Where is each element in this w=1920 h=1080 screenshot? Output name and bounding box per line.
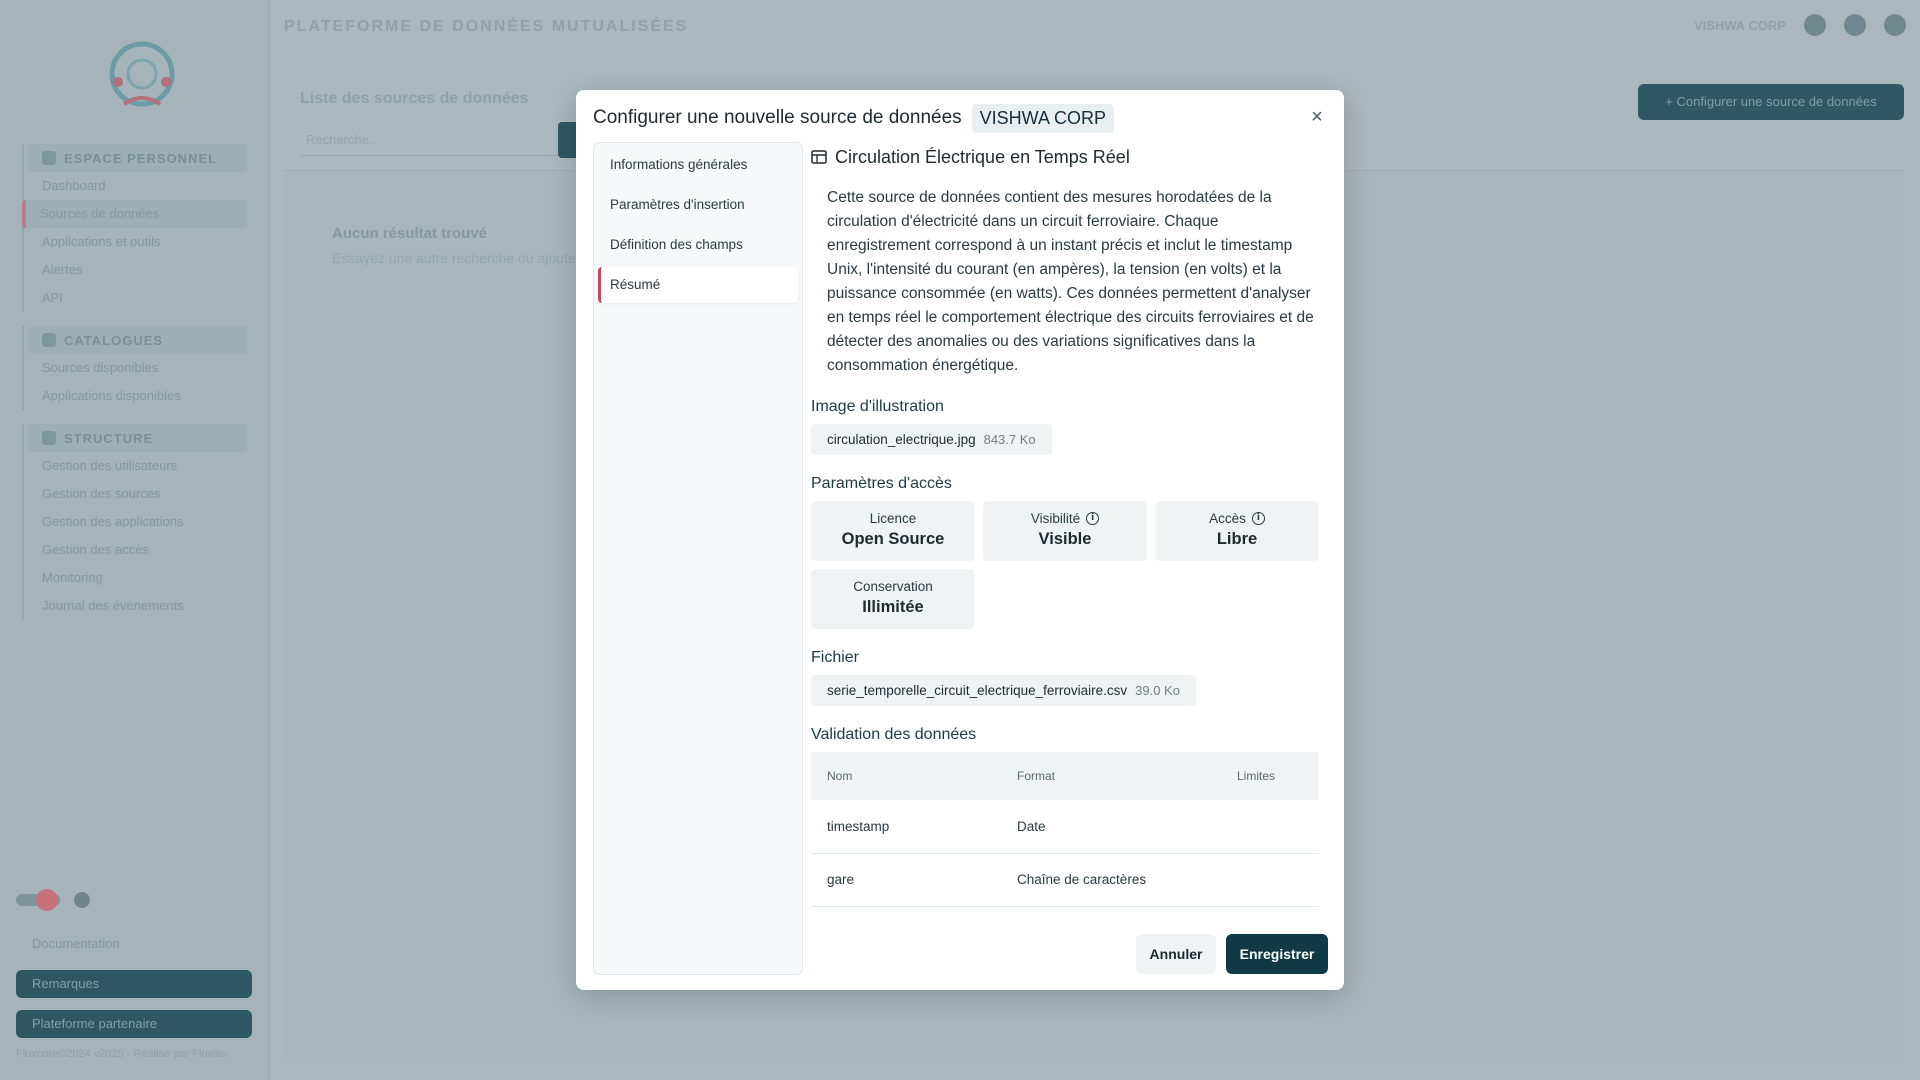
- step-insertion-params[interactable]: Paramètres d'insertion: [598, 187, 798, 223]
- modal-title: Configurer une nouvelle source de donnée…: [593, 102, 1115, 134]
- top-right-actions: VISHWA CORP: [1694, 14, 1906, 36]
- sidebar: ESPACE PERSONNEL Dashboard Sources de do…: [0, 0, 270, 1080]
- empty-state-title: Aucun résultat trouvé: [332, 225, 488, 242]
- top-bar: PLATEFORME DE DONNÉES MUTUALISÉES VISHWA…: [270, 0, 1920, 54]
- save-button[interactable]: Enregistrer: [1226, 934, 1328, 974]
- nav-group-personal: ESPACE PERSONNEL Dashboard Sources de do…: [22, 144, 247, 312]
- documentation-link[interactable]: Documentation: [16, 930, 252, 958]
- steps-nav: Informations générales Paramètres d'inse…: [593, 142, 803, 975]
- close-icon[interactable]: ×: [1306, 106, 1328, 128]
- table-row: gare Chaîne de caractères: [811, 853, 1319, 907]
- param-visibility: Visibilité i Visible: [983, 501, 1147, 561]
- theme-toggle[interactable]: [16, 889, 90, 911]
- source-title: Circulation Électrique en Temps Réel: [811, 142, 1323, 172]
- sidebar-item-access-mgmt[interactable]: Gestion des accès: [24, 536, 247, 564]
- sidebar-item-alerts[interactable]: Alertes: [24, 256, 247, 284]
- sidebar-item-api[interactable]: API: [24, 284, 247, 312]
- cell-format: Chaîne de caractères: [1001, 853, 1221, 907]
- sidebar-footer: Fluxcore©2024 v2025 - Réalisé par Flowti…: [16, 1048, 228, 1060]
- table-row: timestamp Date: [811, 800, 1319, 854]
- cell-limits: [1221, 800, 1319, 854]
- bell-icon[interactable]: [1804, 14, 1826, 36]
- feedback-button[interactable]: Remarques: [16, 970, 252, 998]
- cell-name: gare: [811, 853, 1001, 907]
- nav-group-header[interactable]: ESPACE PERSONNEL: [28, 144, 247, 172]
- building-icon: [42, 431, 56, 445]
- info-icon[interactable]: i: [1086, 512, 1100, 525]
- validation-section-label: Validation des données: [811, 726, 977, 743]
- org-badge: VISHWA CORP: [971, 103, 1115, 133]
- sun-icon: [36, 889, 58, 911]
- param-retention: Conservation Illimitée: [811, 569, 975, 629]
- sidebar-item-sources-mgmt[interactable]: Gestion des sources: [24, 480, 247, 508]
- data-file-size: 39.0 Ko: [1135, 683, 1180, 698]
- step-general-info[interactable]: Informations générales: [598, 147, 798, 183]
- cell-name: timestamp: [811, 800, 1001, 854]
- column-header-name: Nom: [811, 752, 1001, 800]
- data-file-chip: serie_temporelle_circuit_electrique_ferr…: [811, 675, 1196, 706]
- user-icon: [42, 151, 56, 165]
- access-params: Licence Open Source Visibilité i Visible …: [811, 501, 1323, 629]
- image-section-label: Image d'illustration: [811, 398, 944, 415]
- summary-content: Circulation Électrique en Temps Réel Cet…: [811, 142, 1323, 912]
- param-access: Accès i Libre: [1155, 501, 1319, 561]
- partner-platform-button[interactable]: Plateforme partenaire: [16, 1010, 252, 1038]
- data-file-name: serie_temporelle_circuit_electrique_ferr…: [827, 683, 1128, 698]
- sidebar-item-apps[interactable]: Applications et outils: [24, 228, 247, 256]
- nav-group-header[interactable]: CATALOGUES: [28, 326, 247, 354]
- search-input[interactable]: Recherche...: [300, 124, 570, 156]
- sidebar-item-monitoring[interactable]: Monitoring: [24, 564, 247, 592]
- image-file-chip: circulation_electrique.jpg 843.7 Ko: [811, 424, 1052, 455]
- sidebar-item-available-apps[interactable]: Applications disponibles: [24, 382, 247, 410]
- nav-group-header[interactable]: STRUCTURE: [28, 424, 247, 452]
- cell-limits: [1221, 853, 1319, 907]
- configure-source-modal: Configurer une nouvelle source de donnée…: [576, 90, 1344, 990]
- column-header-limits: Limites: [1221, 752, 1319, 800]
- sidebar-item-available-sources[interactable]: Sources disponibles: [24, 354, 247, 382]
- sidebar-item-apps-mgmt[interactable]: Gestion des applications: [24, 508, 247, 536]
- sidebar-item-data-sources[interactable]: Sources de données: [22, 200, 247, 228]
- sidebar-item-event-log[interactable]: Journal des évènements: [24, 592, 247, 620]
- image-file-size: 843.7 Ko: [983, 432, 1036, 447]
- column-header-format: Format: [1001, 752, 1221, 800]
- sidebar-item-users[interactable]: Gestion des utilisateurs: [24, 452, 247, 480]
- access-section-label: Paramètres d'accès: [811, 475, 952, 492]
- sidebar-item-dashboard[interactable]: Dashboard: [24, 172, 247, 200]
- configure-source-button[interactable]: + Configurer une source de données: [1638, 84, 1904, 120]
- table-icon: [811, 150, 827, 164]
- platform-logo: [109, 41, 175, 107]
- page-title: Liste des sources de données: [300, 90, 529, 107]
- cell-format: Date: [1001, 800, 1221, 854]
- validation-table: Nom Format Limites timestamp Date gare C…: [811, 752, 1319, 907]
- image-file-name: circulation_electrique.jpg: [827, 432, 976, 447]
- nav-group-structure: STRUCTURE Gestion des utilisateurs Gesti…: [22, 424, 247, 620]
- org-name[interactable]: VISHWA CORP: [1694, 18, 1786, 33]
- settings-icon[interactable]: [1844, 14, 1866, 36]
- table-header-row: Nom Format Limites: [811, 752, 1319, 800]
- app-title: PLATEFORME DE DONNÉES MUTUALISÉES: [284, 18, 689, 35]
- folder-icon: [42, 333, 56, 347]
- step-field-definition[interactable]: Définition des champs: [598, 227, 798, 263]
- step-summary[interactable]: Résumé: [598, 267, 798, 303]
- param-license: Licence Open Source: [811, 501, 975, 561]
- sidebar-nav: ESPACE PERSONNEL Dashboard Sources de do…: [22, 144, 247, 634]
- nav-group-catalogues: CATALOGUES Sources disponibles Applicati…: [22, 326, 247, 410]
- logout-icon[interactable]: [1884, 14, 1906, 36]
- source-description: Cette source de données contient des mes…: [827, 189, 1314, 374]
- info-icon[interactable]: i: [1251, 512, 1265, 525]
- moon-icon: [74, 892, 90, 908]
- file-section-label: Fichier: [811, 649, 860, 666]
- cancel-button[interactable]: Annuler: [1136, 934, 1216, 974]
